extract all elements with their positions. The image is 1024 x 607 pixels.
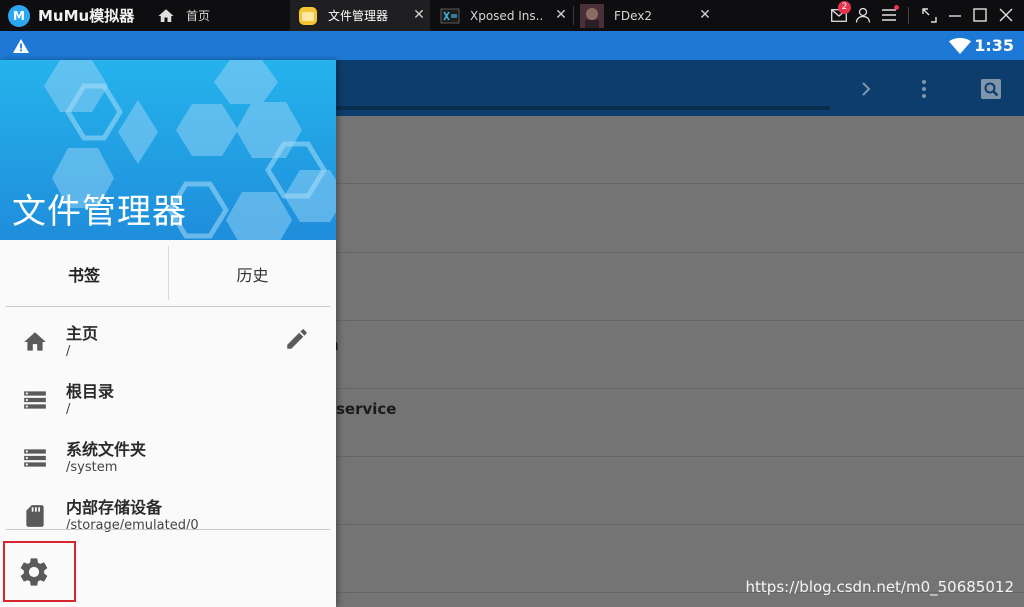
tab-label: Xposed Ins..	[470, 8, 544, 23]
navigation-drawer: 文件管理器 书签 历史 主页 / 根目录 / 系统文件夹 /system 内部存…	[0, 60, 336, 607]
tab-label: 文件管理器	[328, 9, 389, 23]
tab-label: 历史	[236, 266, 269, 285]
drawer-item-system[interactable]: 系统文件夹 /system	[0, 430, 336, 488]
collapse-button[interactable]	[918, 4, 940, 26]
close-icon[interactable]: ✕	[412, 8, 426, 22]
drawer-item-title: 系统文件夹	[66, 440, 147, 459]
list-item	[336, 253, 1024, 321]
drawer-item-internal-storage[interactable]: 内部存储设备 /storage/emulated/0	[0, 488, 336, 546]
mumu-logo-icon: M	[8, 4, 30, 27]
drawer-item-path: /	[66, 402, 71, 417]
emulator-title-bar: M MuMu模拟器 首页 文件管理器 ✕ Xposed Ins.. ✕ FDex…	[0, 0, 1024, 31]
tab-xposed-installer[interactable]: Xposed Ins.. ✕	[434, 0, 572, 31]
tab-fdex2[interactable]: FDex2 ✕	[576, 0, 716, 31]
list-item: service	[336, 389, 1024, 457]
warning-icon	[13, 39, 29, 53]
storage-icon	[24, 449, 46, 467]
sd-card-icon	[26, 505, 44, 527]
drawer-item-root[interactable]: 根目录 /	[0, 372, 336, 430]
tab-label: FDex2	[614, 8, 653, 23]
maximize-button[interactable]	[969, 4, 991, 26]
home-icon	[156, 6, 176, 26]
shrink-icon	[921, 7, 937, 23]
watermark-text: https://blog.csdn.net/m0_50685012	[745, 578, 1014, 596]
gear-icon	[20, 558, 48, 586]
emulator-brand: M MuMu模拟器	[8, 0, 134, 31]
divider	[6, 306, 330, 307]
mail-badge: 2	[838, 1, 851, 14]
close-icon[interactable]: ✕	[698, 8, 712, 22]
toolbar-divider	[908, 7, 909, 24]
android-status-bar: 1:35	[0, 31, 1024, 60]
xposed-app-icon	[440, 6, 460, 26]
drawer-title: 文件管理器	[12, 192, 187, 232]
close-icon	[999, 8, 1013, 22]
divider	[6, 529, 330, 530]
tab-home[interactable]: 首页	[156, 0, 286, 31]
notification-dot	[894, 5, 899, 10]
tab-file-manager[interactable]: 文件管理器 ✕	[290, 0, 430, 31]
home-icon	[24, 332, 46, 351]
maximize-icon	[973, 8, 987, 22]
status-time: 1:35	[974, 36, 1014, 55]
tab-divider	[573, 6, 574, 25]
list-item: n	[328, 321, 1024, 389]
list-item	[336, 457, 1024, 525]
storage-icon	[24, 391, 46, 409]
account-button[interactable]	[852, 4, 874, 26]
drawer-header: 文件管理器	[0, 60, 336, 240]
tab-bookmarks[interactable]: 书签	[0, 246, 168, 302]
drawer-item-path: /	[66, 344, 71, 359]
drawer-item-title: 内部存储设备	[66, 498, 163, 517]
close-icon[interactable]: ✕	[554, 8, 568, 22]
tab-label: 书签	[67, 266, 100, 285]
close-window-button[interactable]	[995, 4, 1017, 26]
list-item-label: service	[336, 400, 397, 418]
edit-icon[interactable]	[284, 326, 310, 352]
minimize-icon	[949, 15, 961, 17]
file-manager-app-icon	[298, 6, 318, 26]
menu-icon	[882, 9, 896, 21]
more-vert-icon[interactable]	[912, 77, 936, 101]
list-item	[336, 116, 1024, 184]
app-name: MuMu模拟器	[38, 7, 135, 25]
wifi-icon	[949, 38, 971, 54]
drawer-item-path: /storage/emulated/0	[66, 518, 199, 533]
drawer-item-title: 根目录	[66, 382, 115, 401]
tab-history[interactable]: 历史	[169, 246, 336, 302]
minimize-button[interactable]	[944, 4, 966, 26]
chevron-right-icon[interactable]	[854, 77, 878, 101]
tab-label: 首页	[186, 9, 211, 23]
search-icon[interactable]	[979, 77, 1003, 101]
drawer-item-path: /system	[66, 460, 118, 475]
path-progress-bar	[336, 106, 830, 110]
menu-button[interactable]	[878, 4, 900, 26]
settings-button[interactable]	[3, 541, 76, 602]
user-icon	[855, 7, 871, 23]
list-item	[336, 185, 1024, 253]
drawer-item-title: 主页	[66, 324, 99, 343]
fdex2-app-icon	[580, 3, 604, 28]
mail-button[interactable]: 2	[828, 1, 851, 26]
